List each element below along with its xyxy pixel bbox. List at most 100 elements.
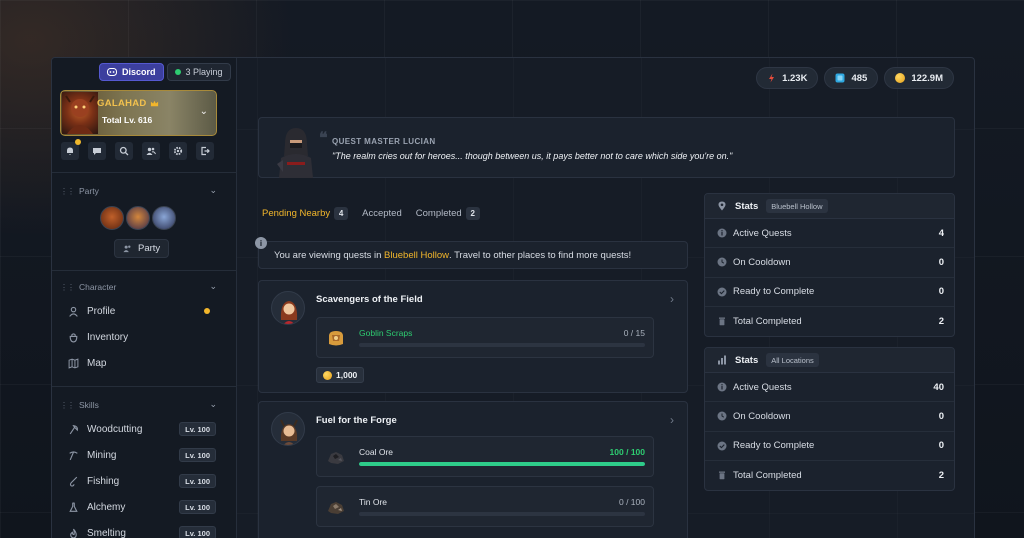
bag-icon xyxy=(66,330,80,344)
stats-location-tag: Bluebell Hollow xyxy=(766,199,828,213)
stats-value: 4 xyxy=(938,227,944,239)
tab-count-badge: 2 xyxy=(465,206,480,220)
chevron-down-icon: ⌄ xyxy=(209,281,217,291)
sidebar-item-alchemy[interactable]: Alchemy Lv. 100 xyxy=(66,498,216,516)
gold-coin-icon xyxy=(323,370,332,380)
sidebar-item-woodcutting[interactable]: Woodcutting Lv. 100 xyxy=(66,420,216,438)
objective-progress-fill xyxy=(359,462,645,466)
character-section-header[interactable]: ⋮⋮ Character ⌄ xyxy=(60,281,217,292)
tab-completed[interactable]: Completed 2 xyxy=(416,205,480,221)
info-suffix: . Travel to other places to find more qu… xyxy=(448,249,632,261)
gem-currency[interactable]: 485 xyxy=(824,67,879,89)
party-member-avatar[interactable] xyxy=(152,206,176,230)
gem-amount: 485 xyxy=(851,72,868,84)
online-dot-icon xyxy=(174,69,181,75)
stats-label: Total Completed xyxy=(733,315,802,327)
tab-count-badge: 4 xyxy=(334,206,349,220)
tab-pending-nearby[interactable]: Pending Nearby 4 xyxy=(262,205,349,221)
logout-button[interactable] xyxy=(196,142,214,160)
skills-section-header[interactable]: ⋮⋮ Skills ⌄ xyxy=(60,399,217,410)
sidebar-item-profile[interactable]: Profile xyxy=(66,302,216,320)
stats-header: Stats All Locations xyxy=(705,348,954,373)
sidebar-item-map[interactable]: Map xyxy=(66,354,216,372)
chevron-right-icon[interactable]: › xyxy=(670,292,674,306)
objective-count: 100 / 100 xyxy=(609,447,645,457)
sidebar-item-smelting[interactable]: Smelting Lv. 100 xyxy=(66,524,216,538)
party-avatars xyxy=(100,206,176,230)
clock-icon xyxy=(717,257,727,267)
tab-accepted[interactable]: Accepted xyxy=(362,205,402,221)
quest-card[interactable]: Fuel for the Forge › Coal Ore 100 / 100 … xyxy=(258,401,688,538)
crown-icon xyxy=(150,100,158,107)
coal-ore-icon xyxy=(328,452,344,464)
objective-count: 0 / 100 xyxy=(619,497,645,507)
sidebar-item-label: Map xyxy=(87,357,107,369)
stats-title: Stats xyxy=(735,200,759,212)
objective-count: 0 / 15 xyxy=(623,328,645,338)
trash-icon xyxy=(719,317,725,326)
stats-row-ready: Ready to Complete 0 xyxy=(705,432,954,461)
location-info-banner: You are viewing quests in Bluebell Hollo… xyxy=(258,241,688,269)
stats-label: On Cooldown xyxy=(733,256,791,268)
character-section-title: Character xyxy=(79,282,117,292)
settings-button[interactable] xyxy=(169,142,187,160)
skills-section-title: Skills xyxy=(79,400,99,410)
discord-button[interactable]: Discord xyxy=(99,63,164,81)
sidebar-item-inventory[interactable]: Inventory xyxy=(66,328,216,346)
bar-chart-icon xyxy=(718,355,726,365)
stats-label: Total Completed xyxy=(733,469,802,481)
hero-card[interactable]: GALAHAD Total Lv. 616 ⌄ xyxy=(60,90,217,136)
quote-mark-icon: ❝ xyxy=(319,130,328,147)
grip-icon: ⋮⋮ xyxy=(60,400,75,410)
stats-value: 0 xyxy=(938,410,944,422)
skill-level-badge: Lv. 100 xyxy=(179,422,216,436)
players-online-badge[interactable]: 3 Playing xyxy=(166,63,231,81)
quest-objective: Goblin Scraps 0 / 15 xyxy=(316,317,654,358)
quest-master-panel: ❝ QUEST MASTER LUCIAN "The realm cries o… xyxy=(258,117,955,178)
tab-label: Accepted xyxy=(362,207,402,219)
quest-giver-avatar xyxy=(271,291,305,325)
hero-total-level: Total Lv. 616 xyxy=(102,115,153,125)
chevron-down-icon: ⌄ xyxy=(209,185,217,195)
bell-icon xyxy=(67,147,73,155)
chevron-right-icon[interactable]: › xyxy=(670,413,674,427)
objective-progress-bar xyxy=(359,462,645,466)
gear-icon xyxy=(173,146,183,156)
quest-title: Fuel for the Forge xyxy=(316,415,397,426)
info-icon: i xyxy=(255,237,267,249)
quest-objective: Coal Ore 100 / 100 xyxy=(316,436,654,477)
quest-master-quote: "The realm cries out for heroes... thoug… xyxy=(332,151,733,161)
crystal-amount: 1.23K xyxy=(782,72,808,84)
sidebar-item-label: Woodcutting xyxy=(87,423,143,435)
gold-currency[interactable]: 122.9M xyxy=(884,67,954,89)
sidebar-item-mining[interactable]: Mining Lv. 100 xyxy=(66,446,216,464)
party-button[interactable]: Party xyxy=(114,239,170,258)
location-link[interactable]: Bluebell Hollow xyxy=(384,250,449,261)
divider xyxy=(52,270,237,271)
party-member-avatar[interactable] xyxy=(126,206,150,230)
tab-label: Completed xyxy=(415,207,462,219)
stats-value: 0 xyxy=(938,286,944,298)
friends-button[interactable] xyxy=(142,142,160,160)
objective-name: Goblin Scraps xyxy=(359,328,413,338)
search-button[interactable] xyxy=(115,142,133,160)
stats-header: Stats Bluebell Hollow xyxy=(705,194,954,219)
chevron-down-icon[interactable]: ⌄ xyxy=(200,106,208,117)
sidebar-item-label: Alchemy xyxy=(87,501,126,513)
party-member-avatar[interactable] xyxy=(100,206,124,230)
trash-icon xyxy=(719,471,725,480)
party-section-header[interactable]: ⋮⋮ Party ⌄ xyxy=(60,185,217,196)
stats-row-cooldown: On Cooldown 0 xyxy=(705,248,954,278)
crystal-currency[interactable]: 1.23K xyxy=(756,67,819,89)
fishing-icon xyxy=(66,474,80,488)
flame-icon xyxy=(66,526,80,538)
tin-ore-icon xyxy=(328,502,344,514)
stats-row-cooldown: On Cooldown 0 xyxy=(705,402,954,432)
sidebar-item-fishing[interactable]: Fishing Lv. 100 xyxy=(66,472,216,490)
quest-title: Scavengers of the Field xyxy=(316,294,423,305)
chat-button[interactable] xyxy=(88,142,106,160)
notifications-button[interactable] xyxy=(61,139,81,160)
stats-title: Stats xyxy=(735,354,759,366)
gold-coin-icon xyxy=(895,73,906,83)
quest-card[interactable]: Scavengers of the Field › Goblin Scraps … xyxy=(258,280,688,393)
